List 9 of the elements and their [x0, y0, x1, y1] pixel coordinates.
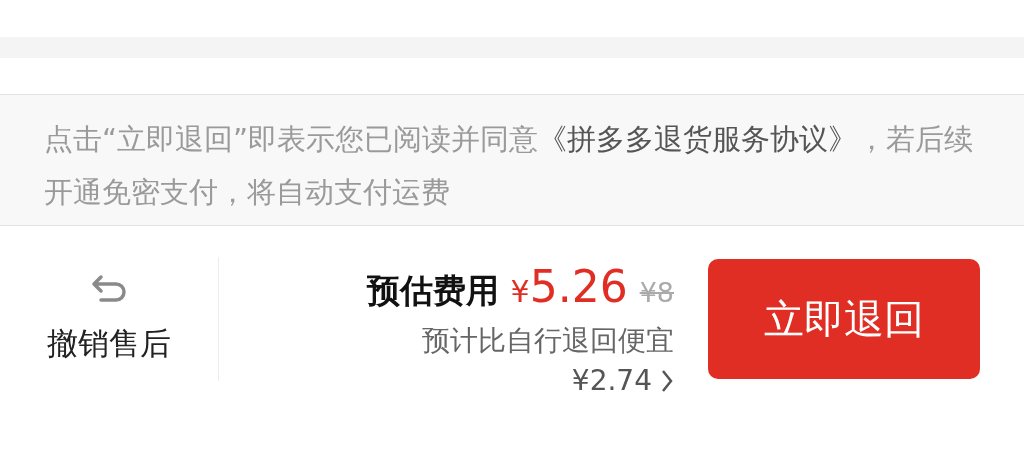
estimate-label: 预估费用 [366, 270, 499, 312]
undo-icon [89, 273, 129, 303]
saving-label: 预计比自行退回便宜 [422, 323, 674, 359]
undo-button[interactable]: 撤销售后 [0, 273, 218, 365]
agreement-notice: 点击“立即退回”即表示您已阅读并同意《拼多多退货服务协议》，若后续开通免密支付，将自动支付运费 [44, 121, 975, 211]
estimated-price: ¥5.26 [510, 261, 628, 312]
saving-link[interactable]: ¥2.74 [571, 364, 674, 397]
return-now-button[interactable]: 立即退回 [708, 259, 980, 379]
original-price: ¥8 [639, 277, 674, 308]
